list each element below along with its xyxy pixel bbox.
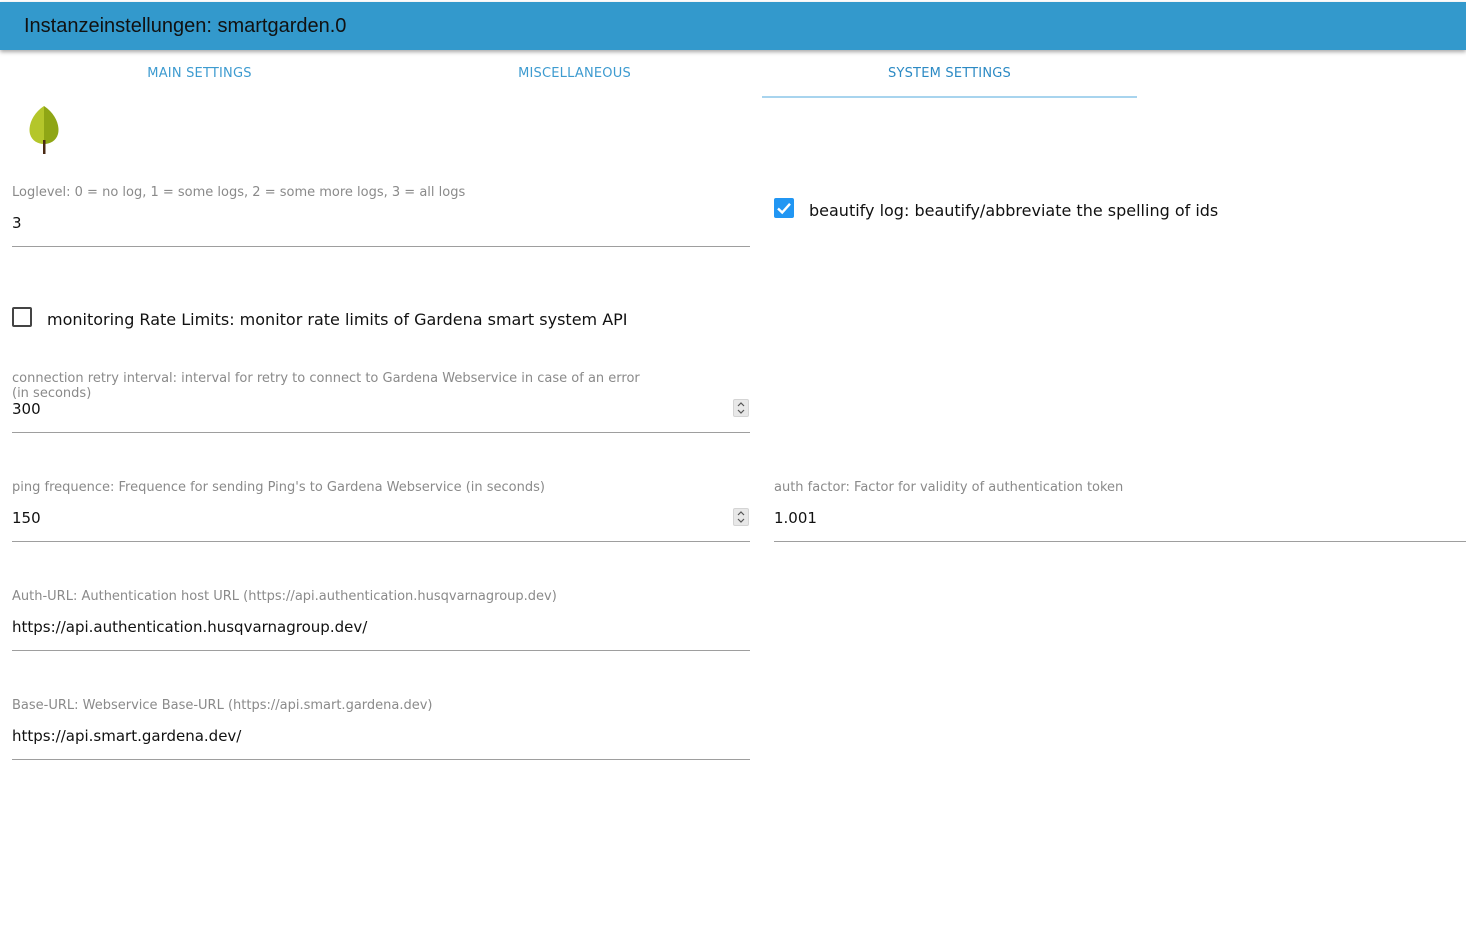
tab-system-settings[interactable]: SYSTEM SETTINGS [762, 66, 1137, 81]
connection-retry-underline [12, 432, 750, 433]
connection-retry-label-line2: (in seconds) [12, 386, 92, 401]
loglevel-underline [12, 246, 750, 247]
auth-url-underline [12, 650, 750, 651]
base-url-input[interactable]: https://api.smart.gardena.dev/ [12, 727, 241, 745]
tab-main-settings[interactable]: MAIN SETTINGS [12, 66, 387, 81]
connection-retry-input[interactable]: 300 [12, 400, 41, 418]
auth-factor-label: auth factor: Factor for validity of auth… [774, 480, 1124, 495]
monitoring-rate-limits-label: monitoring Rate Limits: monitor rate lim… [47, 310, 628, 329]
active-tab-indicator [762, 96, 1137, 98]
auth-url-input[interactable]: https://api.authentication.husqvarnagrou… [12, 618, 367, 636]
loglevel-input[interactable]: 3 [12, 214, 22, 232]
base-url-label: Base-URL: Webservice Base-URL (https://a… [12, 698, 433, 713]
leaf-icon [28, 104, 62, 156]
ping-frequence-spinner[interactable] [733, 508, 749, 526]
monitoring-rate-limits-checkbox[interactable] [12, 307, 32, 327]
beautify-log-label: beautify log: beautify/abbreviate the sp… [809, 201, 1219, 220]
ping-frequence-underline [12, 541, 750, 542]
connection-retry-label-line1: connection retry interval: interval for … [12, 371, 640, 386]
auth-url-label: Auth-URL: Authentication host URL (https… [12, 589, 557, 604]
beautify-log-checkbox[interactable] [774, 198, 794, 218]
app-header: Instanzeinstellungen: smartgarden.0 [0, 2, 1466, 50]
page-title: Instanzeinstellungen: smartgarden.0 [24, 15, 347, 37]
tab-miscellaneous[interactable]: MISCELLANEOUS [387, 66, 762, 81]
auth-factor-input[interactable]: 1.001 [774, 509, 817, 527]
auth-factor-underline [774, 541, 1466, 542]
spinner-arrows-icon [737, 511, 745, 523]
ping-frequence-input[interactable]: 150 [12, 509, 41, 527]
spinner-arrows-icon [737, 402, 745, 414]
loglevel-label: Loglevel: 0 = no log, 1 = some logs, 2 =… [12, 185, 466, 200]
base-url-underline [12, 759, 750, 760]
connection-retry-spinner[interactable] [733, 399, 749, 417]
checkmark-icon [777, 202, 791, 215]
ping-frequence-label: ping frequence: Frequence for sending Pi… [12, 480, 545, 495]
